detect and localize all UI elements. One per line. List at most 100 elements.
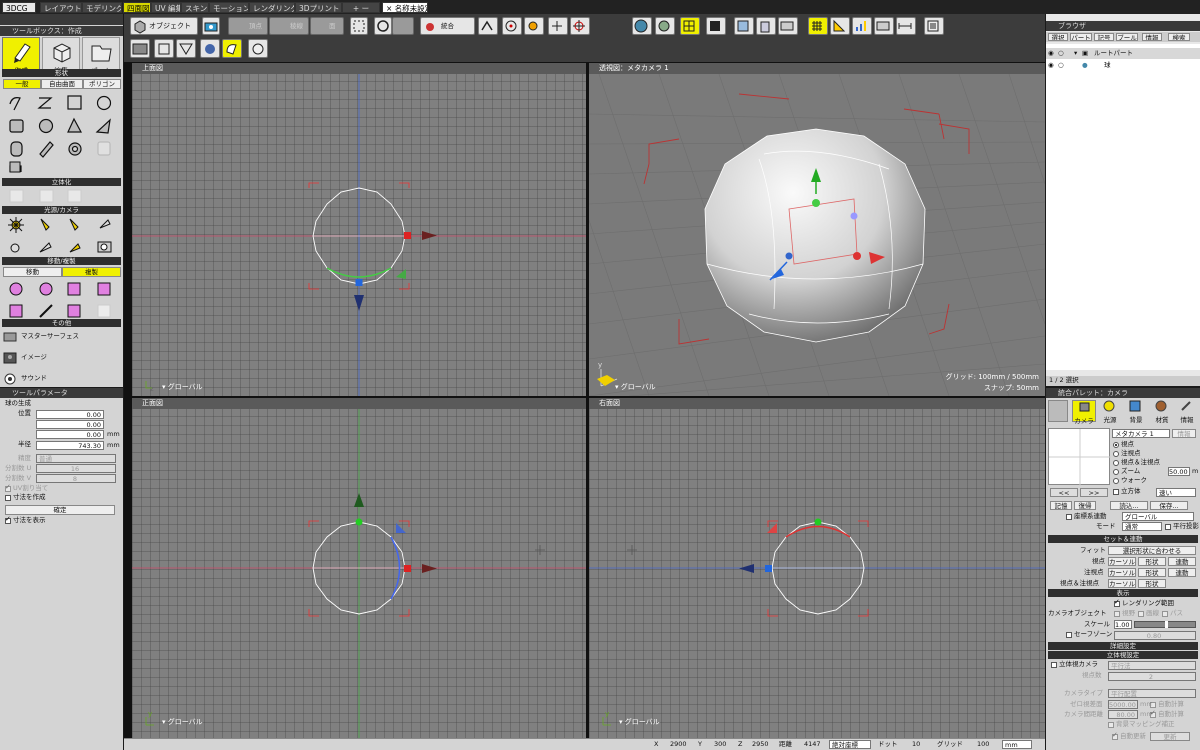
tab-document[interactable]: × 名称未設定 — [382, 2, 428, 13]
persp-view-coord-label[interactable]: ▾ グローバル — [615, 382, 656, 392]
camera-spacing-field[interactable]: 80.00 — [1108, 710, 1138, 719]
tree-row-sphere[interactable]: ◉ ○ ● 球 — [1046, 60, 1200, 71]
front-viewport[interactable]: 正面図 y ▾ グローバル — [132, 398, 586, 738]
div-v-field[interactable]: 8 — [36, 474, 116, 483]
div-u-field[interactable]: 16 — [36, 464, 116, 473]
position-x-field[interactable]: 0.00 — [36, 410, 104, 419]
browser-tab-select[interactable]: 選択 — [1048, 33, 1068, 41]
link-button[interactable] — [478, 17, 498, 35]
merge-button[interactable]: 統合 — [420, 17, 475, 35]
redo-button[interactable] — [392, 17, 414, 35]
tab-uv-edit[interactable]: UV 編集 — [151, 2, 181, 13]
zero-parallax-field[interactable]: 5000.00 — [1108, 700, 1138, 709]
four-view-button[interactable] — [680, 17, 700, 35]
palette-menu-button[interactable] — [1048, 400, 1068, 422]
script-button[interactable] — [924, 17, 944, 35]
stereo-method-select[interactable]: 平行法 — [1108, 661, 1196, 670]
calc-button[interactable] — [734, 17, 754, 35]
shading-button[interactable] — [200, 39, 220, 58]
display-button[interactable] — [778, 17, 798, 35]
master-surface-item[interactable]: マスターサーフェス — [3, 330, 121, 344]
move-tab[interactable]: 移動 — [3, 267, 62, 277]
trash-button[interactable] — [756, 17, 776, 35]
uv-assign-checkbox[interactable] — [5, 483, 11, 492]
solid-cylinder-icon[interactable] — [8, 160, 24, 174]
radius-field[interactable]: 743.30 — [36, 441, 104, 450]
shape-tab-freeform[interactable]: 自由曲面 — [41, 79, 83, 89]
globe-button[interactable] — [632, 17, 652, 35]
chart-button[interactable] — [852, 17, 872, 35]
move-copy-tools[interactable] — [0, 279, 123, 323]
texture-button[interactable] — [154, 39, 174, 58]
tab-skin[interactable]: スキン — [181, 2, 209, 13]
dimension-button[interactable] — [896, 17, 916, 35]
cube-checkbox[interactable] — [1113, 489, 1119, 495]
sync-button[interactable] — [655, 17, 675, 35]
copy-tab[interactable]: 複製 — [62, 267, 121, 277]
target-cursor-button[interactable]: カーソル — [1108, 568, 1136, 577]
update-button[interactable]: 更新 — [1150, 732, 1190, 741]
radio-walk[interactable] — [1113, 478, 1119, 484]
position-z-field[interactable]: 0.00 — [36, 430, 104, 439]
browser-tab-search[interactable]: 検索 — [1168, 33, 1190, 41]
pivot-button[interactable] — [524, 17, 544, 35]
zoom-field[interactable]: 50.00 — [1168, 467, 1190, 476]
view-target-shape-button[interactable]: 形状 — [1138, 579, 1166, 588]
sphere-display-button[interactable] — [248, 39, 268, 58]
top-viewport[interactable]: 上面図 z ▾ グローバル — [132, 63, 586, 396]
table-view-button[interactable] — [706, 17, 726, 35]
target-shape-button[interactable]: 形状 — [1138, 568, 1166, 577]
tab-3dcg[interactable]: 3DCG — [2, 2, 36, 13]
move-axis-button[interactable] — [548, 17, 568, 35]
radio-view-target[interactable] — [1113, 460, 1119, 466]
store-button[interactable]: 記憶 — [1050, 501, 1072, 510]
path-checkbox[interactable] — [1162, 611, 1168, 617]
viewpoints-field[interactable]: 2 — [1108, 672, 1196, 681]
radio-viewpoint[interactable] — [1113, 442, 1119, 448]
face-mode-button[interactable]: 面 — [310, 17, 344, 35]
bg-map-checkbox[interactable] — [1108, 722, 1114, 728]
coord-mode-select[interactable]: 絶対座標 — [829, 740, 871, 749]
palette-tab-info[interactable]: 情報 — [1176, 400, 1198, 424]
viewpoint-cursor-button[interactable]: カーソル — [1108, 557, 1136, 566]
radio-zoom[interactable] — [1113, 469, 1119, 475]
snap-target-button[interactable] — [502, 17, 522, 35]
position-y-field[interactable]: 0.00 — [36, 420, 104, 429]
camera-info-button[interactable]: 情報 — [1172, 429, 1196, 438]
scale-field[interactable]: 1.00 — [1114, 620, 1132, 629]
select-rect-button[interactable] — [350, 17, 368, 35]
palette-tab-light[interactable]: 光源 — [1098, 400, 1122, 424]
viewpoint-link-button[interactable]: 連動 — [1168, 557, 1196, 566]
next-camera-button[interactable]: >> — [1080, 488, 1108, 497]
safe-zone-checkbox[interactable] — [1066, 632, 1072, 638]
camera-select[interactable]: メタカメラ 1 — [1112, 429, 1170, 438]
section-detail[interactable]: 詳細設定 — [1048, 642, 1198, 650]
scale-slider[interactable] — [1134, 621, 1196, 628]
close-icon[interactable]: × — [386, 4, 392, 12]
viewpoint-shape-button[interactable]: 形状 — [1138, 557, 1166, 566]
tab-add-remove[interactable]: + ー — [342, 2, 380, 13]
tab-rendering[interactable]: レンダリング — [249, 2, 295, 13]
wire-button[interactable] — [176, 39, 196, 58]
vertex-mode-button[interactable]: 頂点 — [228, 17, 268, 35]
tab-motion[interactable]: モーション — [209, 2, 249, 13]
eye-icon[interactable]: ◉ — [1048, 49, 1054, 58]
grid-toggle-button[interactable] — [808, 17, 828, 35]
snapshot-button[interactable] — [202, 17, 220, 35]
image-item[interactable]: イメージ — [3, 351, 121, 365]
perspective-viewport[interactable]: 透視図：メタカメラ 1 y ▾ グローバル グリッド: 100mm / 500m… — [589, 63, 1045, 396]
fit-to-selection-button[interactable]: 選択形状に合わせる — [1108, 546, 1196, 555]
right-view-coord-label[interactable]: ▾ グローバル — [619, 717, 660, 727]
top-view-coord-label[interactable]: ▾ グローバル — [162, 382, 203, 392]
browser-tab-part[interactable]: パート — [1070, 33, 1092, 41]
object-mode-button[interactable]: オブジェクト — [130, 17, 198, 35]
precision-select[interactable]: 普通 — [36, 454, 116, 463]
create-dim-checkbox[interactable] — [5, 495, 11, 501]
save-button[interactable]: 保存... — [1150, 501, 1188, 510]
camera-type-select[interactable]: 平行配置 — [1108, 689, 1196, 698]
show-dim-checkbox[interactable] — [5, 515, 11, 524]
fov-checkbox[interactable] — [1114, 611, 1120, 617]
load-button[interactable]: 読込... — [1110, 501, 1148, 510]
restore-button[interactable]: 復帰 — [1074, 501, 1096, 510]
expand-icon[interactable]: ▾ — [1074, 49, 1077, 58]
